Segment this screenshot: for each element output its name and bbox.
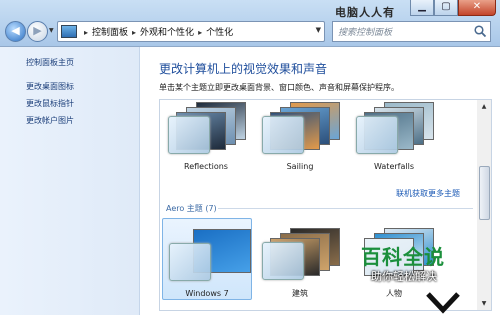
scrollbar-thumb[interactable] xyxy=(479,166,490,220)
theme-preview xyxy=(168,100,246,154)
watermark-text: 电脑人人有 xyxy=(335,6,395,19)
sidebar-item-account-picture[interactable]: 更改帐户图片 xyxy=(26,115,74,126)
brand-tagline: 助你轻松解决 xyxy=(371,270,437,283)
sidebar-item-desktop-icons[interactable]: 更改桌面图标 xyxy=(26,81,74,92)
forward-arrow-icon: ▶ xyxy=(33,24,42,37)
sidebar-item-mouse-pointers[interactable]: 更改鼠标指针 xyxy=(26,98,74,109)
scroll-down-icon[interactable]: ▼ xyxy=(477,297,491,310)
search-icon[interactable] xyxy=(473,24,487,38)
theme-item-windows-7[interactable]: Windows 7 xyxy=(162,218,252,300)
theme-window-color-swatch xyxy=(168,116,210,154)
aero-section-heading: Aero 主题 (7) xyxy=(166,204,217,213)
close-button[interactable]: ✕ xyxy=(458,0,496,16)
page-title: 更改计算机上的视觉效果和声音 xyxy=(159,62,328,76)
brand-watermark: 百科全说 助你轻松解决 xyxy=(361,241,445,283)
address-dropdown-icon[interactable]: ▼ xyxy=(316,26,321,34)
theme-name: Windows 7 xyxy=(185,289,229,298)
control-panel-icon xyxy=(61,25,77,38)
address-bar[interactable]: ▸ 控制面板 ▸ 外观和个性化 ▸ 个性化 ▼ xyxy=(57,21,325,42)
breadcrumb-chevron-icon[interactable]: ▸ xyxy=(132,28,136,37)
breadcrumb-chevron-icon[interactable]: ▸ xyxy=(84,28,88,37)
back-button[interactable]: ◀ xyxy=(5,21,26,42)
page-description: 单击某个主题立即更改桌面背景、窗口颜色、声音和屏幕保护程序。 xyxy=(159,83,399,92)
sidebar: 控制面板主页 更改桌面图标 更改鼠标指针 更改帐户图片 xyxy=(0,47,140,315)
get-more-themes-link[interactable]: 联机获取更多主题 xyxy=(396,188,460,199)
scroll-up-icon[interactable]: ▲ xyxy=(477,100,491,113)
breadcrumb-chevron-icon[interactable]: ▸ xyxy=(198,28,202,37)
gallery-scrollbar[interactable]: ▲ ▼ xyxy=(477,99,492,311)
theme-window-color-swatch xyxy=(169,243,211,281)
search-input[interactable]: 搜索控制面板 xyxy=(332,21,491,42)
theme-name: Waterfalls xyxy=(374,162,414,171)
theme-preview xyxy=(262,100,340,154)
section-divider xyxy=(218,208,473,209)
recent-pages-dropdown-icon[interactable]: ▼ xyxy=(49,27,54,34)
theme-item-architecture[interactable]: 建筑 xyxy=(256,218,344,298)
theme-name: 建筑 xyxy=(292,289,308,298)
theme-item-sailing[interactable]: Sailing xyxy=(256,100,344,172)
main-content: 更改计算机上的视觉效果和声音 单击某个主题立即更改桌面背景、窗口颜色、声音和屏幕… xyxy=(140,47,500,315)
theme-window-color-swatch xyxy=(356,116,398,154)
theme-window-color-swatch xyxy=(262,242,304,280)
theme-name: Reflections xyxy=(184,162,228,171)
theme-item-waterfalls[interactable]: Waterfalls xyxy=(350,100,438,172)
breadcrumb-item[interactable]: 个性化 xyxy=(206,28,233,38)
theme-window-color-swatch xyxy=(262,116,304,154)
down-arrow-icon xyxy=(426,292,460,314)
theme-name: Sailing xyxy=(286,162,314,171)
personalization-window: 电脑人人有 ▁ ▢ ✕ ◀ ▶ ▼ ▸ 控制面板 ▸ 外观和个性化 ▸ 个性化 ▼ 搜索控… xyxy=(0,0,500,315)
maximize-button[interactable]: ▢ xyxy=(434,0,458,16)
sidebar-item-control-panel-home[interactable]: 控制面板主页 xyxy=(26,57,74,68)
minimize-button[interactable]: ▁ xyxy=(410,0,434,16)
theme-item-reflections[interactable]: Reflections xyxy=(162,100,250,172)
back-arrow-icon: ◀ xyxy=(11,24,20,37)
brand-name: 百科全说 xyxy=(361,245,445,269)
breadcrumb: ▸ 控制面板 ▸ 外观和个性化 ▸ 个性化 xyxy=(80,25,233,38)
theme-preview xyxy=(356,100,434,154)
forward-button[interactable]: ▶ xyxy=(27,21,48,42)
title-address-bar: 电脑人人有 ▁ ▢ ✕ ◀ ▶ ▼ ▸ 控制面板 ▸ 外观和个性化 ▸ 个性化 ▼ 搜索控… xyxy=(0,0,500,47)
breadcrumb-item[interactable]: 控制面板 xyxy=(92,28,128,38)
theme-preview xyxy=(262,224,340,280)
window-controls: ▁ ▢ ✕ xyxy=(410,0,496,16)
theme-preview xyxy=(169,225,251,281)
search-placeholder: 搜索控制面板 xyxy=(338,28,393,38)
breadcrumb-item[interactable]: 外观和个性化 xyxy=(140,28,194,38)
